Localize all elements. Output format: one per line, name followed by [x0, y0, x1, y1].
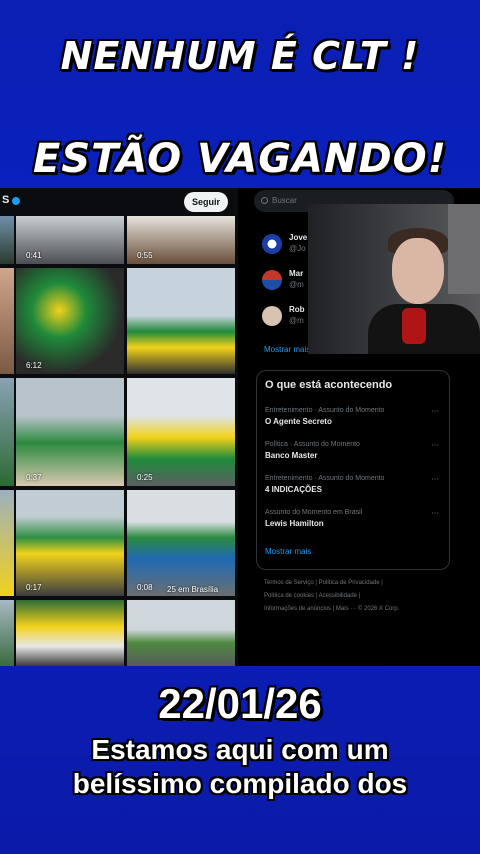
trend-name: O Agente Secreto — [265, 417, 332, 426]
trend-context: Política · Assunto do Momento — [265, 441, 360, 448]
trends-panel: O que está acontecendo Entretenimento · … — [256, 370, 450, 570]
trend-context: Entretenimento · Assunto do Momento — [265, 475, 385, 482]
avatar — [262, 306, 282, 326]
suggestion-name: Mar — [289, 269, 304, 278]
search-placeholder: Buscar — [272, 196, 297, 205]
suggestion-handle: @Jo — [289, 244, 306, 253]
follow-button[interactable]: Seguir — [184, 192, 228, 212]
media-thumb[interactable] — [0, 490, 14, 596]
video-duration: 0:08 — [137, 583, 153, 592]
avatar — [262, 234, 282, 254]
media-thumb[interactable]: 0:41 — [16, 216, 124, 264]
media-thumb[interactable]: 6:12 — [16, 268, 124, 374]
microphone — [402, 308, 426, 344]
feed-header: S Seguir — [0, 188, 238, 216]
footer-links[interactable]: Termos de Serviço | Política de Privacid… — [264, 580, 383, 586]
show-more-link[interactable]: Mostrar mais — [264, 345, 310, 354]
show-more-link[interactable]: Mostrar mais — [265, 547, 311, 556]
media-thumb[interactable] — [16, 600, 124, 666]
headline-top: NENHUM É CLT ! — [60, 34, 420, 78]
media-thumb[interactable]: 0:55 — [127, 216, 235, 264]
media-thumb[interactable]: 0:08 25 em Brasília — [127, 490, 235, 596]
subtitle-line-2: belíssimo compilado dos — [72, 768, 408, 799]
search-icon — [261, 197, 268, 204]
footer-links[interactable]: Informações de anúncios | Mais ··· © 202… — [264, 606, 399, 612]
media-thumb[interactable]: 0:25 — [127, 378, 235, 486]
suggestion-name: Rob — [289, 305, 305, 314]
footer-links[interactable]: Política de cookies | Acessibilidade | — [264, 593, 360, 599]
video-duration: 6:12 — [26, 361, 42, 370]
media-thumb[interactable] — [127, 600, 235, 666]
screen-capture: S Seguir 0:41 0:55 6:12 0:37 0:25 0:17 0… — [0, 188, 480, 666]
media-feed: S Seguir 0:41 0:55 6:12 0:37 0:25 0:17 0… — [0, 188, 238, 666]
video-duration: 0:17 — [26, 583, 42, 592]
headline-second: ESTÃO VAGANDO! — [33, 136, 447, 182]
trend-item[interactable]: Política · Assunto do Momento Banco Mast… — [265, 441, 441, 460]
trend-item[interactable]: Entretenimento · Assunto do Momento 4 IN… — [265, 475, 441, 494]
trend-name: Lewis Hamilton — [265, 519, 324, 528]
trend-name: Banco Master — [265, 451, 318, 460]
video-duration: 0:55 — [137, 251, 153, 260]
trend-name: 4 INDICAÇÕES — [265, 485, 322, 494]
suggestion-handle: @m — [289, 316, 304, 325]
media-thumb[interactable]: 0:17 — [16, 490, 124, 596]
webcam-overlay — [308, 204, 480, 354]
avatar — [262, 270, 282, 290]
streamer-face — [392, 238, 444, 304]
trends-title: O que está acontecendo — [265, 379, 393, 391]
subtitle-line-1: Estamos aqui com um — [91, 734, 389, 765]
suggestion-name: Jove — [289, 233, 308, 242]
video-duration: 0:37 — [26, 473, 42, 482]
media-thumb[interactable] — [0, 600, 14, 666]
more-options-icon[interactable]: ··· — [431, 407, 439, 416]
suggestion-handle: @m — [289, 280, 304, 289]
media-thumb[interactable] — [0, 268, 14, 374]
more-options-icon[interactable]: ··· — [431, 475, 439, 484]
media-thumb[interactable] — [0, 378, 14, 486]
verified-icon — [12, 197, 20, 205]
trend-item[interactable]: Entretenimento · Assunto do Momento O Ag… — [265, 407, 441, 426]
date-caption: 22/01/26 — [158, 680, 322, 727]
trend-context: Assunto do Momento em Brasil — [265, 509, 363, 516]
media-thumb[interactable] — [127, 268, 235, 374]
feed-header-initial: S — [2, 194, 10, 206]
more-options-icon[interactable]: ··· — [431, 509, 439, 518]
media-thumb[interactable]: 0:37 — [16, 378, 124, 486]
trend-item[interactable]: Assunto do Momento em Brasil Lewis Hamil… — [265, 509, 441, 528]
more-options-icon[interactable]: ··· — [431, 441, 439, 450]
video-duration: 0:25 — [137, 473, 153, 482]
trend-context: Entretenimento · Assunto do Momento — [265, 407, 385, 414]
media-thumb[interactable] — [0, 216, 14, 264]
video-duration: 0:41 — [26, 251, 42, 260]
video-caption: 25 em Brasília — [167, 585, 219, 594]
